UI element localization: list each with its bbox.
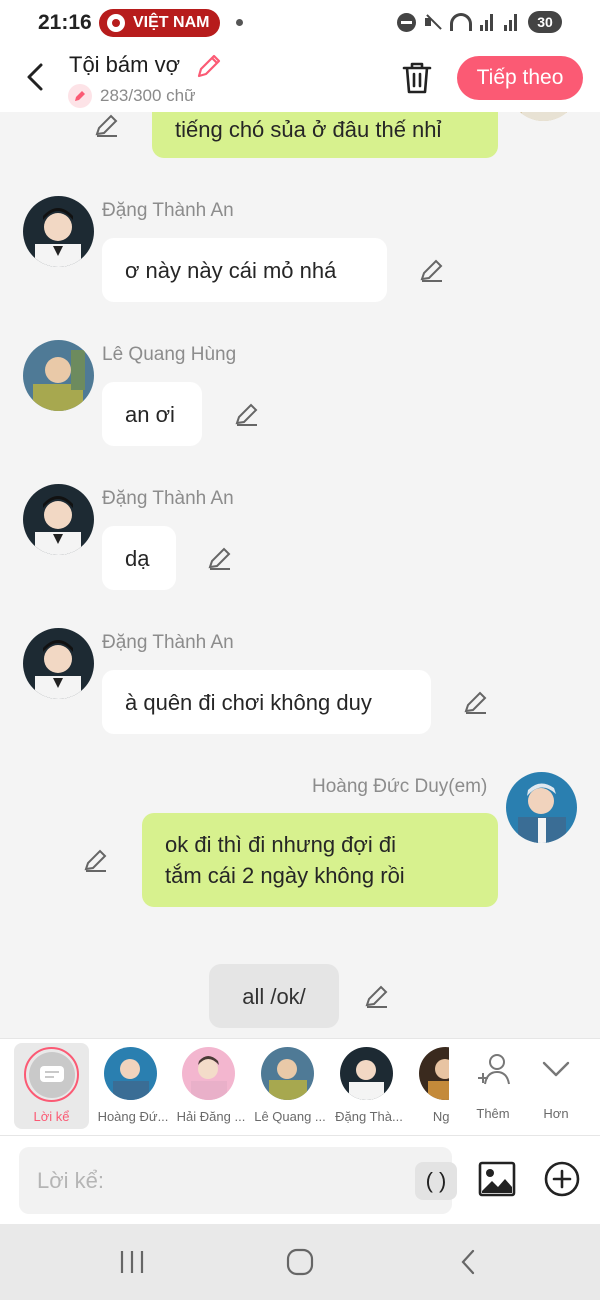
message-text: tiếng chó sủa ở đâu thế nhỉ <box>175 116 442 142</box>
message-bubble[interactable]: dạ <box>102 526 176 590</box>
message-text: dạ <box>125 545 150 571</box>
page-title: Tội bám vợ <box>69 52 181 77</box>
app-header: Tội bám vợ 283/300 chữ Tiếp theo <box>0 46 600 112</box>
wifi-icon <box>450 13 472 31</box>
avatar <box>104 1047 157 1100</box>
sender-name: Hoàng Đức Duy(em) <box>312 776 488 797</box>
more-label: Hơn <box>543 1106 569 1121</box>
signal-icon <box>480 13 496 31</box>
avatar[interactable] <box>23 196 94 267</box>
chat-area[interactable]: tiếng chó sủa ở đâu thế nhỉ Đặng Thành A… <box>0 112 600 1038</box>
back-button[interactable] <box>20 60 50 94</box>
edit-message-icon[interactable] <box>463 689 489 715</box>
add-character-button[interactable]: Thêm <box>463 1043 523 1129</box>
message-bubble[interactable]: ơ này này cái mỏ nhá <box>102 238 387 302</box>
clock: 21:16 <box>38 11 92 34</box>
character-name: Đặng Thà... <box>335 1109 403 1124</box>
signal-icon <box>504 13 520 31</box>
avatar[interactable] <box>23 484 94 555</box>
narration-avatar <box>24 1047 79 1102</box>
edit-message-icon[interactable] <box>234 401 260 427</box>
add-user-icon <box>478 1054 510 1085</box>
message-text: an ơi <box>125 401 175 427</box>
avatar <box>182 1047 235 1100</box>
add-label: Thêm <box>476 1106 510 1121</box>
character-count: 283/300 chữ <box>100 86 196 105</box>
back-icon <box>461 1249 475 1275</box>
parenthesis-button[interactable]: ( ) <box>415 1162 457 1200</box>
avatar[interactable] <box>506 772 577 843</box>
avatar <box>340 1047 393 1100</box>
character-tab[interactable]: Lê Quang ... <box>251 1043 331 1129</box>
character-name: Lê Quang ... <box>254 1109 326 1124</box>
composer: ( ) <box>0 1136 600 1224</box>
mute-icon <box>424 13 442 31</box>
trash-icon[interactable] <box>400 60 434 96</box>
chevron-left-icon <box>27 63 43 91</box>
chevron-down-icon <box>542 1061 570 1077</box>
recent-apps-icon <box>120 1251 144 1273</box>
avatar[interactable] <box>23 628 94 699</box>
recent-apps-button[interactable] <box>112 1244 152 1280</box>
avatar <box>261 1047 314 1100</box>
message-text: ơ này này cái mỏ nhá <box>125 257 337 283</box>
status-bar: 21:16 VIỆT NAM 30 <box>0 0 600 46</box>
sender-name: Đặng Thành An <box>102 632 234 653</box>
message-bubble[interactable]: an ơi <box>102 382 202 446</box>
status-icons: 30 <box>397 11 562 33</box>
edit-message-icon[interactable] <box>83 847 109 873</box>
character-tab[interactable]: Nguy <box>409 1043 449 1129</box>
edit-message-icon[interactable] <box>419 257 445 283</box>
sender-name: Đặng Thành An <box>102 200 234 221</box>
message-input[interactable] <box>19 1147 399 1214</box>
character-tab[interactable]: Hoàng Đứ... <box>94 1043 174 1129</box>
pencil-icon <box>68 84 92 108</box>
narration-tab[interactable]: Lời kể <box>14 1043 89 1129</box>
image-icon[interactable] <box>478 1160 516 1198</box>
system-back-button[interactable] <box>448 1244 488 1280</box>
next-button[interactable]: Tiếp theo <box>457 56 583 100</box>
sender-name: Đặng Thành An <box>102 488 234 509</box>
add-message-icon[interactable] <box>543 1160 581 1198</box>
dnd-icon <box>397 12 416 32</box>
message-bubble[interactable]: ok đi thì đi nhưng đợi đi tắm cái 2 ngày… <box>142 813 498 907</box>
character-selector: Lời kể Hoàng Đứ... Hải Đăng ... Lê Quang… <box>0 1038 600 1136</box>
edit-message-icon[interactable] <box>364 983 390 1009</box>
character-name: Hải Đăng ... <box>176 1109 246 1124</box>
more-button[interactable]: Hơn <box>526 1043 586 1129</box>
edit-message-icon[interactable] <box>207 545 233 571</box>
narration-bubble[interactable]: all /ok/ <box>209 964 339 1028</box>
sender-name: Lê Quang Hùng <box>102 344 237 365</box>
character-tab[interactable]: Đặng Thà... <box>330 1043 410 1129</box>
message-bubble[interactable]: tiếng chó sủa ở đâu thế nhỉ <box>152 112 498 158</box>
battery-icon: 30 <box>528 11 562 33</box>
character-name: Hoàng Đứ... <box>97 1109 169 1124</box>
home-button[interactable] <box>280 1244 320 1280</box>
country-badge-label: VIỆT NAM <box>133 14 210 31</box>
globe-icon <box>107 14 125 32</box>
edit-title-icon[interactable] <box>195 52 223 80</box>
avatar[interactable] <box>508 112 579 121</box>
avatar <box>419 1047 449 1100</box>
character-tab[interactable]: Hải Đăng ... <box>172 1043 252 1129</box>
system-nav-bar <box>0 1224 600 1300</box>
message-input-wrap: ( ) <box>19 1147 457 1214</box>
country-badge: VIỆT NAM <box>99 9 220 37</box>
home-icon <box>286 1248 314 1276</box>
narration-label: Lời kể <box>33 1109 70 1124</box>
edit-message-icon[interactable] <box>94 112 120 138</box>
notification-dot-icon <box>236 19 243 26</box>
avatar[interactable] <box>23 340 94 411</box>
message-bubble[interactable]: à quên đi chơi không duy <box>102 670 431 734</box>
character-name: Nguy <box>432 1109 449 1124</box>
chat-bubble-icon <box>39 1065 64 1082</box>
narration-text: all /ok/ <box>242 983 306 1009</box>
message-text: ok đi thì đi nhưng đợi đi tắm cái 2 ngày… <box>165 832 405 888</box>
message-text: à quên đi chơi không duy <box>125 689 372 715</box>
